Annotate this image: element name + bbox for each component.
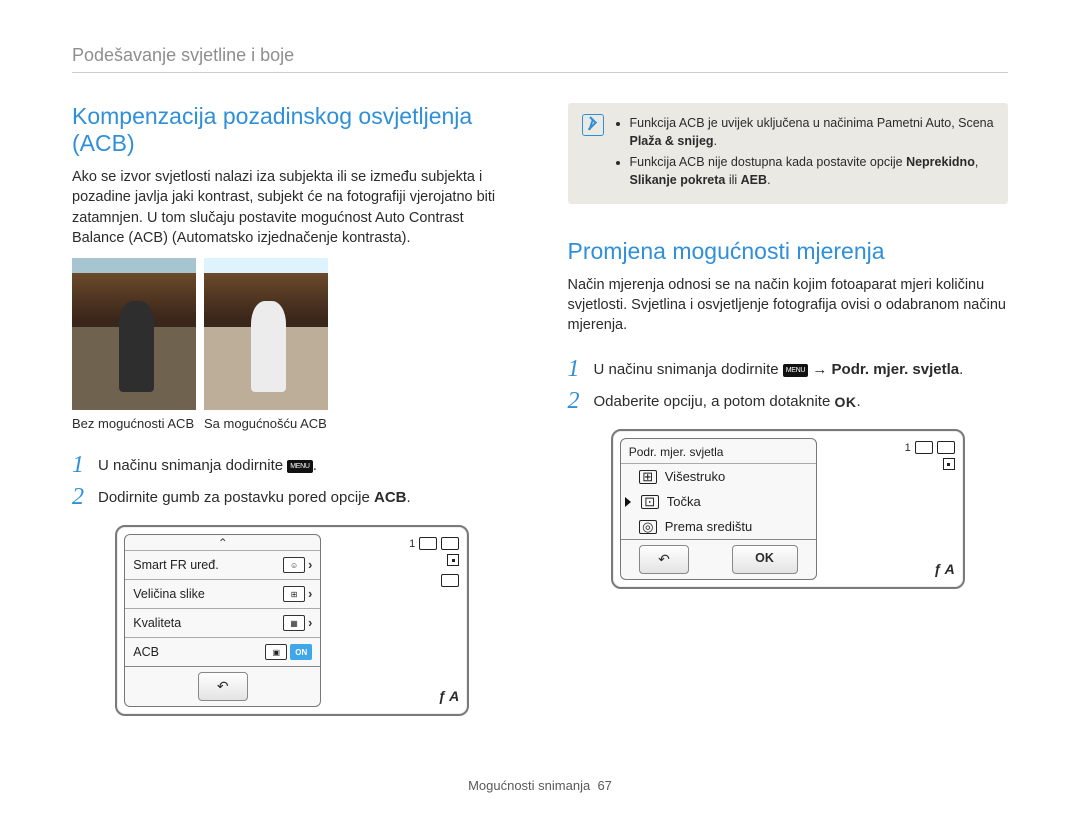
metering-icon (943, 458, 955, 470)
back-button[interactable]: ↶ (198, 672, 248, 701)
step-number-2b: 2 (568, 389, 594, 413)
chevron-up-icon[interactable]: ⌃ (125, 535, 320, 550)
footer: Mogućnosti snimanja 67 (0, 778, 1080, 793)
step-number-2: 2 (72, 485, 98, 509)
thumb-without-acb (72, 258, 196, 410)
menu-title: Podr. mjer. svjetla (621, 439, 816, 463)
para-acb: Ako se izvor svjetlosti nalazi iza subje… (72, 167, 513, 248)
acb-icon: ▣ (265, 644, 287, 660)
battery-icon (441, 537, 459, 550)
menu-item-quality[interactable]: Kvaliteta ▦› (125, 608, 320, 637)
step2-text: Dodirnite gumb za postavku pored opcije … (98, 485, 411, 506)
center-icon: ◎ (639, 520, 657, 534)
menu-item-acb[interactable]: ACB ▣ON (125, 637, 320, 666)
lcd-metering-menu: Podr. mjer. svjetla ⊞ Višestruko ⊡ Točka (611, 429, 965, 589)
mode-icon (441, 574, 459, 587)
info-note: Funkcija ACB je uvijek uključena u način… (568, 103, 1009, 204)
quality-icon: ▦ (283, 615, 305, 631)
menu-item-smart-fr[interactable]: Smart FR uređ. ☺› (125, 550, 320, 579)
battery-icon (937, 441, 955, 454)
example-images: Bez mogućnosti ACB Sa mogućnošću ACB (72, 258, 513, 431)
counter: 1 (905, 442, 911, 454)
metering-icon (447, 554, 459, 566)
heading-acb: Kompenzacija pozadinskog osvjetljenja (A… (72, 103, 513, 157)
menu-icon: MENU (287, 460, 312, 473)
sd-card-icon (419, 537, 437, 550)
size-icon: ⊞ (283, 586, 305, 602)
chevron-right-icon: › (308, 558, 312, 572)
spot-icon: ⊡ (641, 495, 659, 509)
para-metering: Način mjerenja odnosi se na način kojim … (568, 275, 1009, 336)
caption-without: Bez mogućnosti ACB (72, 416, 196, 431)
breadcrumb: Podešavanje svjetline i boje (72, 45, 1008, 73)
menu-item-image-size[interactable]: Veličina slike ⊞› (125, 579, 320, 608)
step1-text: U načinu snimanja dodirnite MENU. (98, 453, 317, 474)
step-number-1: 1 (72, 453, 98, 477)
step2b-text: Odaberite opciju, a potom dotaknite OK. (594, 389, 861, 410)
info-note-line1: Funkcija ACB je uvijek uključena u način… (630, 114, 995, 150)
step1b-text: U načinu snimanja dodirnite MENU → Podr.… (594, 357, 964, 378)
step-number-1b: 1 (568, 357, 594, 381)
caption-with: Sa mogućnošću ACB (204, 416, 328, 431)
thumb-with-acb (204, 258, 328, 410)
chevron-right-icon: › (308, 587, 312, 601)
selected-arrow-icon (625, 497, 631, 507)
counter: 1 (409, 538, 415, 550)
back-button[interactable]: ↶ (639, 545, 689, 574)
flash-icon: ƒ A (438, 688, 459, 704)
toggle-on-button[interactable]: ON (290, 644, 312, 660)
menu-icon: MENU (783, 364, 808, 377)
heading-metering: Promjena mogućnosti mjerenja (568, 238, 1009, 265)
flash-icon: ƒ A (933, 561, 954, 577)
ok-inline-icon: OK (834, 394, 856, 410)
face-icon: ☺ (283, 557, 305, 573)
sd-card-icon (915, 441, 933, 454)
lcd-acb-menu: ⌃ Smart FR uređ. ☺› Veličina slike ⊞› Kv… (115, 525, 469, 716)
option-center[interactable]: ◎ Prema središtu (621, 514, 816, 539)
multi-icon: ⊞ (639, 470, 657, 484)
info-note-line2: Funkcija ACB nije dostupna kada postavit… (630, 153, 995, 189)
option-multi[interactable]: ⊞ Višestruko (621, 464, 816, 489)
ok-button[interactable]: OK (732, 545, 798, 574)
option-spot[interactable]: ⊡ Točka (621, 489, 816, 514)
chevron-right-icon: › (308, 616, 312, 630)
note-icon (582, 114, 604, 136)
